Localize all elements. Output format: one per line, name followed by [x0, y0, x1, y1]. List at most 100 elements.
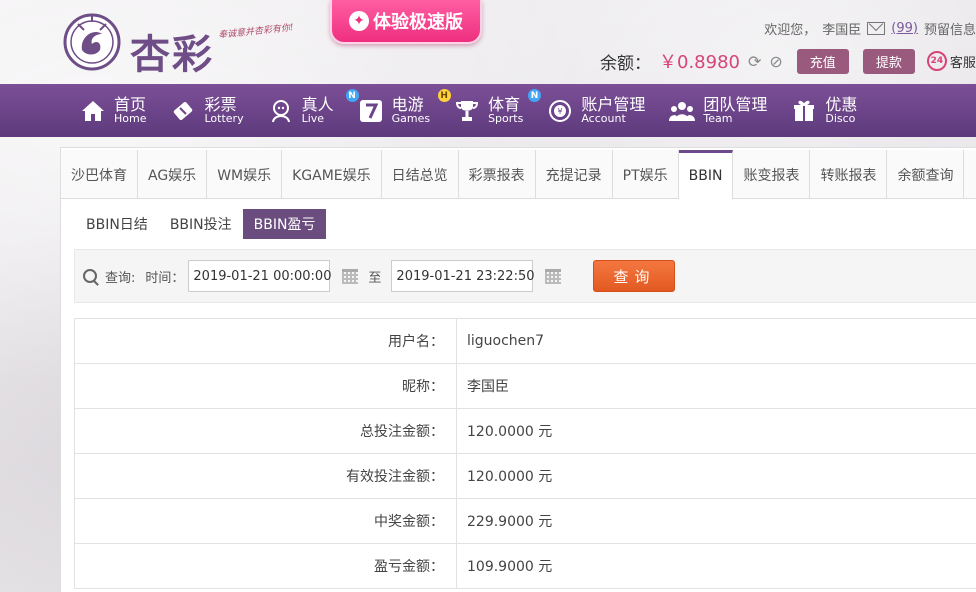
row-label: 盈亏金额：: [74, 543, 457, 589]
nav-label-cn: 账户管理: [581, 94, 646, 114]
nav-label-en: Games: [391, 112, 431, 126]
hide-balance-icon[interactable]: ⊘: [769, 52, 782, 71]
dealer-icon: [268, 98, 294, 124]
ticket-icon: [170, 98, 196, 124]
gift-icon: [791, 98, 817, 124]
logo-emblem-icon: [63, 13, 121, 71]
main-nav: 首页 Home 彩票 Lottery 真人 Live N 电游 Games H 体育 Sp…: [0, 84, 976, 137]
site-logo[interactable]: 杏彩 奉诚意并杏彩有你!: [60, 10, 310, 80]
subtab-bbin-bets[interactable]: BBIN投注: [159, 209, 243, 239]
reserved-info-link[interactable]: 预留信息: [924, 19, 976, 38]
tab-deposit-withdraw-records[interactable]: 充提记录: [536, 150, 613, 199]
table-row: 用户名： liguochen7: [74, 318, 976, 364]
subtab-bbin-daily[interactable]: BBIN日结: [75, 209, 159, 239]
tab-bbin[interactable]: BBIN: [678, 150, 734, 200]
withdraw-button[interactable]: 提款: [862, 48, 915, 74]
nav-item-team[interactable]: 团队管理 Team: [669, 84, 791, 137]
nav-label-en: Team: [703, 112, 733, 126]
username-text: 李国臣: [822, 22, 862, 38]
service-24-icon: 24: [926, 51, 947, 71]
greeting-text: 欢迎您，: [764, 22, 817, 38]
nav-label-en: Live: [301, 112, 325, 126]
row-value: 120.0000 元: [456, 453, 976, 499]
table-row: 盈亏金额： 109.9000 元: [74, 543, 976, 589]
profit-loss-table: 用户名： liguochen7 昵称： 李国臣 总投注金额： 120.0000 元 有…: [74, 318, 976, 589]
tab-account-change-report[interactable]: 账变报表: [733, 150, 811, 199]
speed-version-banner[interactable]: ✦ 体验极速版: [330, 0, 482, 44]
mail-count[interactable]: (99): [891, 21, 918, 36]
recharge-button[interactable]: 充值: [796, 48, 849, 74]
search-button[interactable]: 查询: [593, 260, 676, 292]
report-panel: 沙巴体育 AG娱乐 WM娱乐 KGAME娱乐 日结总览 彩票报表 充提记录 PT…: [60, 147, 976, 592]
to-label: 至: [368, 270, 382, 286]
table-row: 总投注金额： 120.0000 元: [74, 408, 976, 454]
table-row: 有效投注金额： 120.0000 元: [74, 453, 976, 499]
nav-label-cn: 电游: [391, 94, 424, 114]
nav-label-cn: 优惠: [825, 94, 858, 114]
nav-item-home[interactable]: 首页 Home: [80, 84, 170, 137]
site-header: 杏彩 奉诚意并杏彩有你! ✦ 体验极速版 欢迎您， 李国臣 (99) 预留信息 …: [0, 0, 976, 84]
nav-item-sports[interactable]: 体育 Sports N: [454, 84, 547, 137]
row-label: 有效投注金额：: [74, 453, 457, 499]
mail-icon[interactable]: [867, 21, 886, 35]
service-label: 客服: [949, 55, 976, 71]
svg-text:¥: ¥: [558, 107, 563, 116]
promo-label: 体验极速版: [373, 12, 463, 33]
balance-label: 余额：: [600, 53, 651, 74]
slot-seven-icon: [358, 98, 384, 124]
team-icon: [669, 98, 696, 124]
customer-service-link[interactable]: 24 客服: [926, 51, 976, 71]
user-info-row: 欢迎您， 李国臣 (99) 预留信息: [764, 18, 976, 38]
tab-shaba-sports[interactable]: 沙巴体育: [61, 150, 138, 199]
query-label: 查询:: [105, 270, 136, 286]
nav-label-cn: 彩票: [204, 94, 237, 114]
tab-ag[interactable]: AG娱乐: [138, 150, 208, 199]
tab-transfer-report[interactable]: 转账报表: [810, 150, 888, 199]
balance-row: 余额： ￥0.8980 ⟳ ⊘ 充值 提款 24 客服: [600, 48, 976, 74]
nav-label-en: Disco: [825, 112, 856, 126]
tab-lottery-report[interactable]: 彩票报表: [459, 150, 536, 199]
nav-label-cn: 首页: [114, 94, 147, 114]
table-row: 中奖金额： 229.9000 元: [74, 498, 976, 544]
report-tabs: 沙巴体育 AG娱乐 WM娱乐 KGAME娱乐 日结总览 彩票报表 充提记录 PT…: [61, 150, 976, 200]
nav-label-cn: 团队管理: [703, 94, 768, 114]
nav-label-en: Home: [114, 112, 147, 126]
time-label: 时间：: [145, 270, 185, 286]
home-icon: [80, 98, 106, 124]
row-label: 总投注金额：: [74, 408, 457, 454]
calendar-icon[interactable]: [545, 268, 562, 284]
nav-item-games[interactable]: 电游 Games H: [358, 84, 454, 137]
nav-item-live[interactable]: 真人 Live N: [268, 84, 359, 137]
tab-balance-query[interactable]: 余额查询: [887, 150, 965, 199]
end-time-input[interactable]: 2019-01-21 23:22:50: [391, 260, 535, 292]
tab-daily-overview[interactable]: 日结总览: [382, 150, 459, 199]
table-row: 昵称： 李国臣: [74, 363, 976, 409]
search-icon: [83, 269, 97, 283]
calendar-icon[interactable]: [342, 268, 359, 284]
logo-text: 杏彩: [130, 31, 214, 78]
nav-item-account[interactable]: ¥ 账户管理 Account: [547, 84, 669, 137]
nav-label-en: Lottery: [204, 112, 244, 126]
nav-label-en: Account: [581, 112, 626, 126]
row-value: 李国臣: [456, 363, 976, 409]
row-label: 用户名：: [74, 318, 457, 364]
row-value: 109.9000 元: [456, 543, 976, 589]
logo-slogan: 奉诚意并杏彩有你!: [217, 23, 295, 41]
row-value: 229.9000 元: [456, 498, 976, 544]
tab-pt[interactable]: PT娱乐: [613, 150, 679, 199]
hot-badge: H: [437, 89, 451, 102]
nav-label-en: Sports: [488, 112, 524, 126]
tab-kgame[interactable]: KGAME娱乐: [282, 150, 382, 199]
refresh-icon[interactable]: ⟳: [748, 52, 761, 71]
nav-item-discount[interactable]: 优惠 Disco: [791, 84, 881, 137]
subtab-bbin-profit-loss[interactable]: BBIN盈亏: [242, 209, 327, 239]
tab-wm[interactable]: WM娱乐: [207, 150, 283, 199]
new-badge: N: [528, 89, 542, 102]
nav-item-lottery[interactable]: 彩票 Lottery: [170, 84, 267, 137]
start-time-input[interactable]: 2019-01-21 00:00:00: [188, 260, 331, 292]
balance-value: ￥0.8980: [659, 52, 740, 73]
row-value: liguochen7: [456, 318, 976, 364]
row-label: 中奖金额：: [74, 498, 457, 544]
row-value: 120.0000 元: [456, 408, 976, 454]
nav-label-cn: 体育: [488, 94, 521, 114]
